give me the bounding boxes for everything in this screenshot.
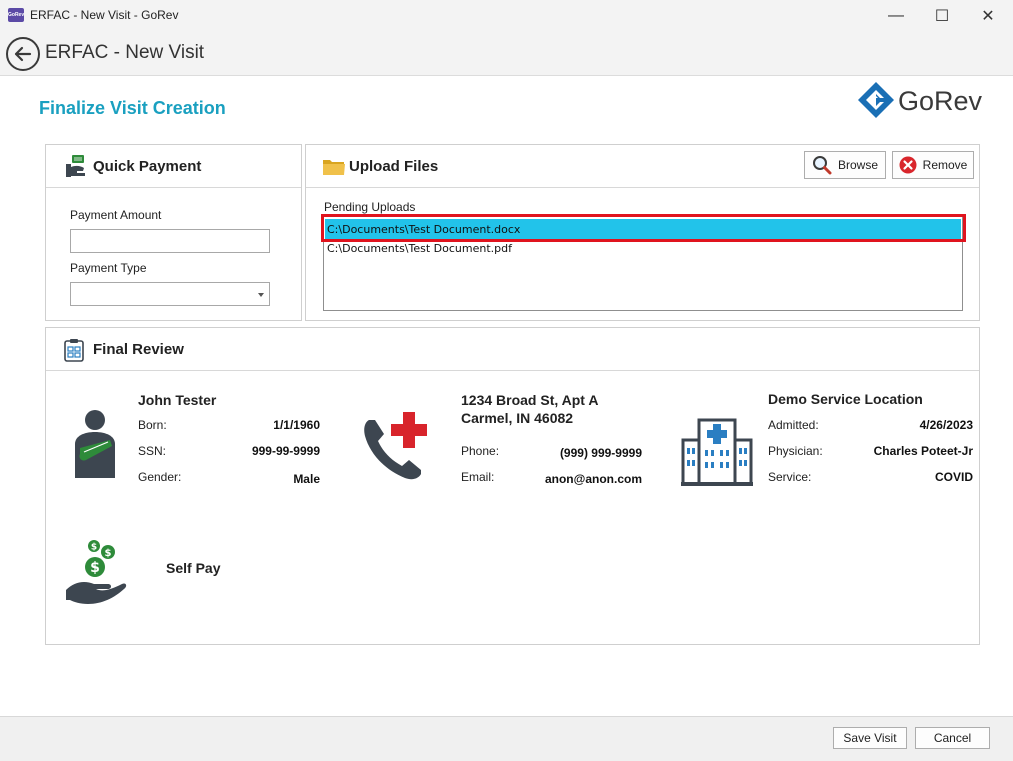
upload-files-panel: Upload Files Browse Remove Pending Uploa… <box>305 144 980 321</box>
pending-uploads-label: Pending Uploads <box>324 200 416 214</box>
location-physician-value: Charles Poteet-Jr <box>873 444 973 458</box>
contact-phone-value: (999) 999-9999 <box>559 446 642 460</box>
browse-button[interactable]: Browse <box>804 151 886 179</box>
final-review-panel: Final Review John Tester Born: 1/1/1960 … <box>45 327 980 645</box>
magnifier-icon <box>812 156 832 175</box>
payment-amount-input[interactable] <box>70 229 270 253</box>
patient-ssn-value: 999-99-9999 <box>251 444 320 458</box>
payment-hand-icon <box>66 155 85 177</box>
remove-label: Remove <box>922 158 968 172</box>
back-arrow-icon <box>14 46 32 62</box>
quick-payment-title: Quick Payment <box>93 158 202 175</box>
contact-address-line2: Carmel, IN 46082 <box>461 410 574 426</box>
remove-button[interactable]: Remove <box>892 151 974 179</box>
nav-title: ERFAC - New Visit <box>45 42 205 63</box>
close-button[interactable]: ✕ <box>965 0 1011 31</box>
hospital-building-icon <box>681 418 753 486</box>
final-review-title: Final Review <box>93 341 184 358</box>
location-admitted-value: 4/26/2023 <box>919 418 973 432</box>
money-hand-icon: $ $ $ <box>66 540 127 604</box>
payment-type-select[interactable] <box>70 282 270 306</box>
list-item[interactable]: C:\Documents\Test Document.pdf <box>327 242 512 255</box>
patient-born-value: 1/1/1960 <box>273 418 320 432</box>
gorev-logo-icon <box>858 82 894 118</box>
contact-address-line1: 1234 Broad St, Apt A <box>461 392 599 408</box>
quick-payment-header: Quick Payment <box>46 145 301 188</box>
svg-text:$: $ <box>91 543 97 553</box>
browse-label: Browse <box>837 158 878 172</box>
location-service-value: COVID <box>934 470 973 484</box>
upload-files-title: Upload Files <box>349 158 439 175</box>
cancel-button[interactable]: Cancel <box>915 727 990 749</box>
quick-payment-panel: Quick Payment Payment Amount Payment Typ… <box>45 144 302 321</box>
location-name: Demo Service Location <box>768 391 923 407</box>
contact-email-value: anon@anon.com <box>544 472 642 486</box>
clipboard-icon <box>64 339 84 362</box>
patient-gender-label: Gender: <box>138 470 182 484</box>
remove-x-icon <box>899 156 917 174</box>
window-title-bar: GoRev ERFAC - New Visit - GoRev — ☐ ✕ <box>0 0 1013 31</box>
patient-born-label: Born: <box>138 418 167 432</box>
gorev-logo-text: GoRev <box>898 86 983 116</box>
minimize-button[interactable]: — <box>873 0 919 31</box>
payer-label: Self Pay <box>166 560 221 576</box>
folder-icon <box>323 160 345 175</box>
chevron-down-icon <box>258 293 264 297</box>
window-title: ERFAC - New Visit - GoRev <box>30 8 179 22</box>
upload-files-header: Upload Files Browse Remove <box>306 145 979 188</box>
page-title: Finalize Visit Creation <box>39 98 226 118</box>
location-admitted-label: Admitted: <box>768 418 819 432</box>
location-service-label: Service: <box>768 470 812 484</box>
svg-text:$: $ <box>90 560 100 576</box>
patient-gender-value: Male <box>293 472 320 486</box>
medical-phone-icon <box>364 412 427 480</box>
contact-phone-label: Phone: <box>461 444 500 458</box>
app-icon: GoRev <box>8 8 24 22</box>
save-visit-button[interactable]: Save Visit <box>833 727 907 749</box>
gorev-logo: GoRev <box>858 80 993 122</box>
svg-text:$: $ <box>105 548 112 559</box>
patient-injured-icon <box>75 410 115 478</box>
selection-outline <box>321 214 966 242</box>
maximize-button[interactable]: ☐ <box>919 0 965 31</box>
back-button[interactable] <box>6 37 40 71</box>
payment-amount-label: Payment Amount <box>70 208 162 222</box>
nav-bar: ERFAC - New Visit <box>0 31 1013 76</box>
payment-type-label: Payment Type <box>70 261 147 275</box>
contact-email-label: Email: <box>461 470 495 484</box>
patient-name: John Tester <box>138 392 217 408</box>
location-physician-label: Physician: <box>768 444 823 458</box>
patient-ssn-label: SSN: <box>138 444 167 458</box>
final-review-header: Final Review <box>46 328 979 371</box>
